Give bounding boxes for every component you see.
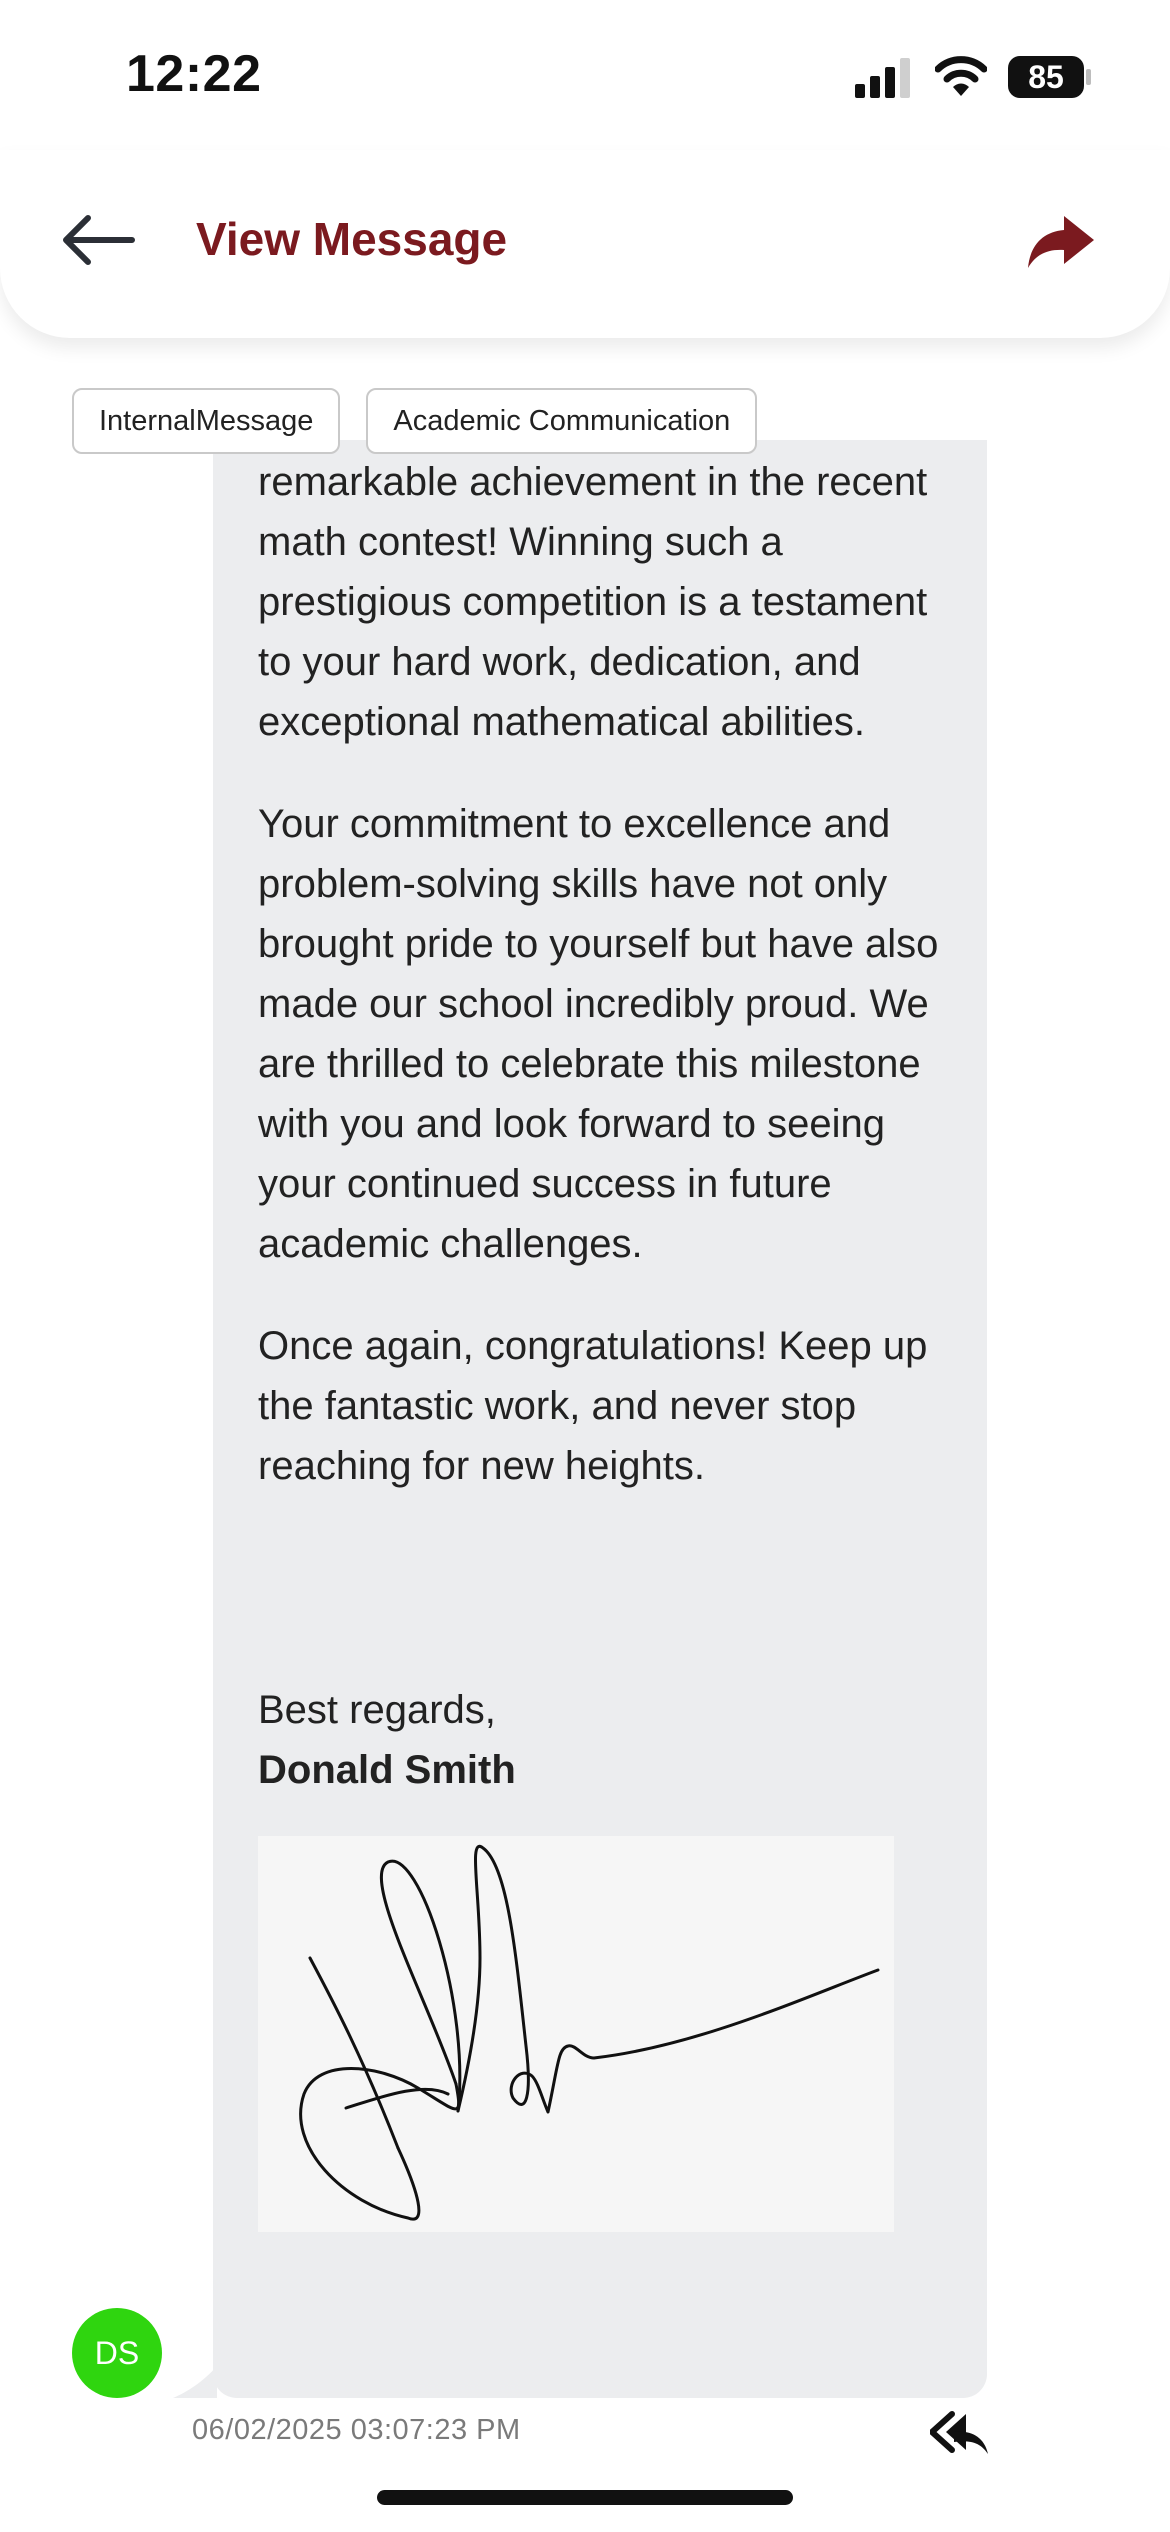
back-arrow-icon[interactable]	[58, 210, 138, 270]
message-paragraph: Once again, congratulations! Keep up the…	[258, 1324, 928, 1488]
status-time: 12:22	[126, 45, 262, 103]
message-paragraph: Your commitment to excellence and proble…	[258, 802, 939, 1266]
message-paragraph: remarkable achievement in the recent mat…	[258, 460, 928, 744]
sender-avatar[interactable]: DS	[72, 2308, 162, 2398]
page-title: View Message	[196, 213, 508, 265]
message-timestamp: 06/02/2025 03:07:23 PM	[192, 2414, 521, 2446]
home-indicator	[377, 2490, 793, 2505]
closing-text: Best regards,	[258, 1688, 496, 1732]
reply-all-icon[interactable]	[930, 2410, 990, 2456]
cellular-signal-icon	[855, 58, 910, 98]
tag-academic-communication[interactable]: Academic Communication	[366, 388, 758, 454]
message-tags: InternalMessage Academic Communication	[72, 388, 758, 454]
signature-image	[258, 1836, 894, 2232]
message-bubble: remarkable achievement in the recent mat…	[213, 440, 987, 2398]
sign-off: Best regards, Donald Smith	[258, 1680, 516, 1800]
status-bar: 12:22 85	[0, 0, 1170, 150]
battery-icon: 85	[1008, 56, 1092, 98]
app-header: View Message	[0, 150, 1170, 338]
tag-internal-message[interactable]: InternalMessage	[72, 388, 341, 454]
wifi-icon	[935, 56, 987, 96]
bubble-tail	[173, 2366, 217, 2398]
battery-level: 85	[1028, 58, 1064, 95]
message-body: remarkable achievement in the recent mat…	[258, 452, 958, 1538]
forward-arrow-icon[interactable]	[1026, 212, 1096, 272]
sender-name: Donald Smith	[258, 1748, 516, 1792]
